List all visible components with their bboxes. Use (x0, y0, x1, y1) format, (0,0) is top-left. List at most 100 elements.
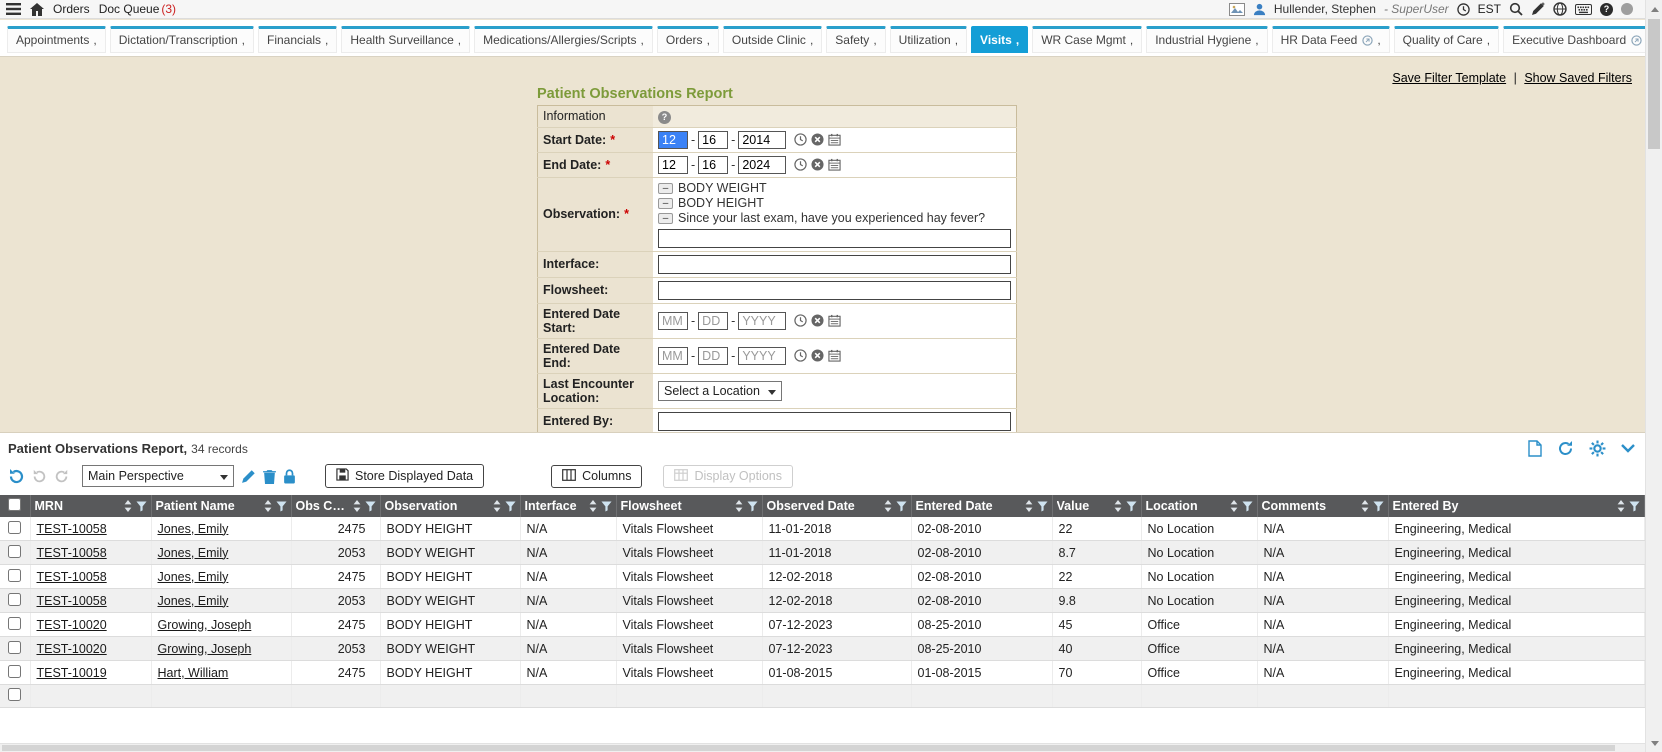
column-header[interactable]: Observation (380, 495, 520, 517)
sort-icon[interactable] (1025, 500, 1033, 512)
tab[interactable]: Orders , (657, 26, 719, 53)
globe-icon[interactable] (1553, 2, 1567, 16)
entered-by-input[interactable] (658, 412, 1011, 431)
column-header[interactable]: MRN (30, 495, 151, 517)
patient-name-link[interactable]: Growing, Joseph (158, 642, 252, 656)
sort-icon[interactable] (735, 500, 743, 512)
tab[interactable]: Safety , (826, 26, 885, 53)
tab[interactable]: Executive Dashboard , (1503, 26, 1658, 53)
sort-icon[interactable] (353, 500, 361, 512)
column-header[interactable]: Interface (520, 495, 616, 517)
gear-icon[interactable] (1589, 440, 1606, 457)
column-header[interactable]: Comments (1257, 495, 1388, 517)
lock-icon[interactable] (283, 469, 296, 484)
tab[interactable]: Outside Clinic , (723, 26, 822, 53)
patient-name-link[interactable]: Jones, Emily (158, 594, 229, 608)
collapse-chevron-icon[interactable] (1621, 444, 1635, 453)
sort-icon[interactable] (1617, 500, 1625, 512)
column-header[interactable]: Obs Code (291, 495, 380, 517)
horizontal-scroll-thumb[interactable] (2, 745, 1615, 751)
row-checkbox[interactable] (8, 545, 21, 558)
edit-perspective-icon[interactable] (241, 469, 256, 484)
show-saved-filters-link[interactable]: Show Saved Filters (1524, 71, 1632, 85)
column-header[interactable]: Value (1052, 495, 1141, 517)
column-header[interactable]: Patient Name (151, 495, 291, 517)
filter-icon[interactable] (1629, 501, 1640, 512)
tab[interactable]: Industrial Hygiene , (1146, 26, 1267, 53)
mrn-link[interactable]: TEST-10020 (37, 642, 107, 656)
scroll-up-arrow[interactable] (1646, 1, 1662, 17)
sort-icon[interactable] (493, 500, 501, 512)
home-icon[interactable] (30, 3, 44, 16)
mrn-link[interactable]: TEST-10020 (37, 618, 107, 632)
sort-icon[interactable] (264, 500, 272, 512)
column-header[interactable]: Location (1141, 495, 1257, 517)
refresh-icon[interactable] (1557, 440, 1574, 457)
mrn-link[interactable]: TEST-10058 (37, 570, 107, 584)
vertical-scroll-thumb[interactable] (1648, 19, 1660, 149)
select-all-checkbox[interactable] (8, 498, 21, 511)
tab[interactable]: Health Surveillance , (341, 26, 470, 53)
doc-queue-link[interactable]: Doc Queue(3) (99, 2, 176, 16)
start-date-day-input[interactable] (698, 131, 728, 149)
save-filter-template-link[interactable]: Save Filter Template (1392, 71, 1506, 85)
info-help-icon[interactable]: ? (658, 111, 671, 124)
filter-icon[interactable] (136, 501, 147, 512)
tab[interactable]: HR Data Feed , (1272, 26, 1390, 53)
tab[interactable]: Appointments , (7, 26, 106, 53)
interface-input[interactable] (658, 255, 1011, 274)
sort-icon[interactable] (1114, 500, 1122, 512)
sort-icon[interactable] (1230, 500, 1238, 512)
columns-button[interactable]: Columns (551, 465, 642, 488)
sort-icon[interactable] (124, 500, 132, 512)
mrn-link[interactable]: TEST-10058 (37, 546, 107, 560)
time-icon[interactable] (794, 158, 807, 171)
entered-start-day-input[interactable] (698, 312, 728, 330)
tab[interactable]: Financials , (258, 26, 337, 53)
row-checkbox[interactable] (8, 593, 21, 606)
patient-name-link[interactable]: Jones, Emily (158, 546, 229, 560)
entered-end-day-input[interactable] (698, 347, 728, 365)
user-name[interactable]: Hullender, Stephen (1274, 2, 1376, 16)
filter-icon[interactable] (505, 501, 516, 512)
orders-breadcrumb[interactable]: Orders (53, 2, 90, 16)
clear-date-icon[interactable] (811, 314, 824, 327)
tab[interactable]: Dictation/Transcription , (110, 26, 254, 53)
column-header[interactable]: Flowsheet (616, 495, 762, 517)
remove-observation-button[interactable]: – (658, 213, 673, 224)
filter-icon[interactable] (1242, 501, 1253, 512)
filter-icon[interactable] (601, 501, 612, 512)
sort-icon[interactable] (884, 500, 892, 512)
tab[interactable]: WR Case Mgmt , (1032, 26, 1142, 53)
patient-name-link[interactable]: Jones, Emily (158, 522, 229, 536)
mrn-link[interactable]: TEST-10058 (37, 594, 107, 608)
horizontal-scrollbar[interactable] (0, 743, 1645, 752)
tab[interactable]: Utilization , (890, 26, 967, 53)
row-checkbox[interactable] (8, 617, 21, 630)
filter-icon[interactable] (365, 501, 376, 512)
row-checkbox[interactable] (8, 688, 21, 701)
observation-search-input[interactable] (658, 229, 1011, 248)
flowsheet-input[interactable] (658, 281, 1011, 300)
start-date-year-input[interactable] (738, 131, 786, 149)
filter-icon[interactable] (747, 501, 758, 512)
calendar-icon[interactable] (828, 349, 841, 362)
tab[interactable]: Visits , (971, 26, 1028, 53)
filter-icon[interactable] (1373, 501, 1384, 512)
perspective-select[interactable]: Main Perspective (82, 465, 234, 487)
remove-observation-button[interactable]: – (658, 183, 673, 194)
photo-icon[interactable] (1229, 3, 1245, 16)
tab[interactable]: Medications/Allergies/Scripts , (474, 26, 653, 53)
entered-end-year-input[interactable] (738, 347, 786, 365)
mrn-link[interactable]: TEST-10019 (37, 666, 107, 680)
row-checkbox[interactable] (8, 641, 21, 654)
end-date-month-input[interactable] (658, 156, 688, 174)
entered-start-year-input[interactable] (738, 312, 786, 330)
reset-grid-icon[interactable] (8, 468, 25, 485)
sort-icon[interactable] (589, 500, 597, 512)
column-header[interactable]: Entered By (1388, 495, 1645, 517)
entered-start-month-input[interactable] (658, 312, 688, 330)
calendar-icon[interactable] (828, 158, 841, 171)
time-icon[interactable] (794, 349, 807, 362)
row-checkbox[interactable] (8, 665, 21, 678)
